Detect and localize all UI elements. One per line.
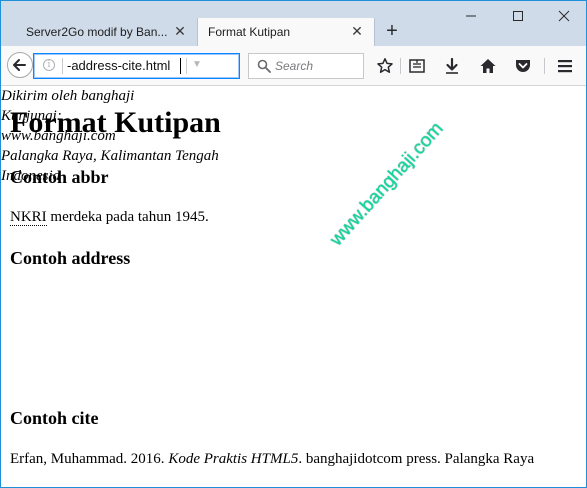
url-bar[interactable]: i -address-cite.html ▼ → (33, 53, 261, 79)
bookmark-star-button[interactable] (375, 56, 395, 76)
download-arrow-icon (446, 57, 458, 74)
text-caret (180, 58, 181, 74)
new-tab-button[interactable]: + (381, 21, 403, 43)
cite-author: Erfan, Muhammad. 2016. (10, 451, 169, 467)
maximize-icon (513, 11, 523, 21)
abbr-term[interactable]: NKRI (10, 209, 47, 226)
address-heading: Contoh address (10, 248, 131, 268)
tab-format-kutipan[interactable]: Format Kutipan ✕ (197, 18, 375, 46)
window-close-button[interactable] (554, 7, 574, 27)
tab-title: Format Kutipan (208, 25, 291, 39)
toolbar-separator (544, 58, 545, 74)
address-line: Palangka Raya, Kalimantan Tengah (1, 148, 219, 164)
maximize-button[interactable] (508, 7, 528, 27)
search-input[interactable]: Search (275, 59, 313, 73)
cite-title: Kode Praktis HTML5 (168, 451, 299, 467)
tab-server2go[interactable]: Server2Go modif by Ban... ✕ (14, 18, 197, 46)
page-content: Format Kutipan Contoh abbr NKRI merdeka … (1, 86, 586, 487)
url-input[interactable]: -address-cite.html (67, 58, 170, 73)
minimize-icon (466, 15, 476, 17)
abbr-paragraph: NKRI merdeka pada tahun 1945. (10, 207, 209, 227)
url-separator (186, 58, 187, 74)
downloads-button[interactable] (442, 56, 462, 76)
abbr-heading: Contoh abbr (10, 167, 109, 187)
pocket-button[interactable] (513, 56, 533, 76)
close-icon[interactable]: ✕ (349, 23, 365, 39)
navigation-toolbar: i -address-cite.html ▼ → Search (1, 46, 586, 86)
home-icon (480, 59, 496, 73)
tab-title: Server2Go modif by Ban... (26, 25, 168, 39)
abbr-text: merdeka pada tahun 1945. (46, 209, 209, 225)
cite-heading: Contoh cite (10, 408, 99, 428)
bookmarks-menu-button[interactable] (407, 56, 427, 76)
minimize-button[interactable] (461, 7, 481, 27)
back-button[interactable] (7, 52, 33, 78)
dropdown-arrow-icon[interactable]: ▼ (190, 56, 204, 74)
url-separator (62, 58, 63, 74)
library-icon (409, 59, 425, 73)
back-arrow-icon (13, 59, 26, 71)
menu-button[interactable] (555, 56, 575, 76)
star-icon (377, 58, 393, 73)
cite-publisher: . banghajidotcom press. Palangka Raya (298, 451, 535, 467)
address-line: Dikirim oleh banghaji (1, 88, 135, 104)
search-bar[interactable]: Search (248, 53, 364, 79)
hamburger-menu-icon (558, 60, 572, 73)
pocket-icon (516, 60, 530, 72)
search-icon (257, 59, 271, 73)
close-icon[interactable]: ✕ (172, 23, 188, 39)
home-button[interactable] (478, 56, 498, 76)
tab-strip: Server2Go modif by Ban... ✕ Format Kutip… (1, 1, 586, 46)
cite-paragraph: Erfan, Muhammad. 2016. Kode Praktis HTML… (10, 449, 534, 469)
close-icon (558, 10, 570, 22)
info-icon[interactable]: i (43, 59, 55, 71)
browser-window: Server2Go modif by Ban... ✕ Format Kutip… (0, 0, 587, 488)
toolbar-separator (400, 58, 401, 74)
page-title: Format Kutipan (10, 106, 221, 139)
